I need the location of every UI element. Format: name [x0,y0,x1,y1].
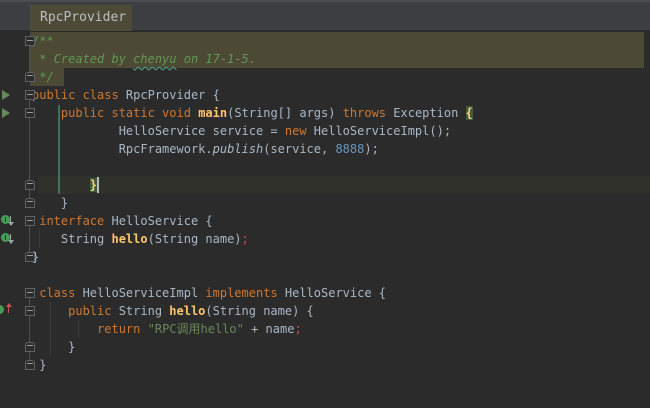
code-line[interactable]: public static void main(String[] args) t… [0,104,473,122]
code-line[interactable]: } [0,338,75,356]
fold-collapse-icon[interactable] [25,36,35,46]
fold-collapse-icon[interactable] [25,108,35,118]
fold-collapse-icon[interactable] [25,216,35,226]
code-line[interactable]: class HelloServiceImpl implements HelloS… [0,284,386,302]
navigate-super-icon[interactable] [8,306,9,313]
fold-collapse-end-icon[interactable] [25,360,35,370]
code-line[interactable]: } [0,356,46,374]
navigate-implementations-icon[interactable] [10,216,11,223]
navigate-implementations-icon[interactable] [10,234,11,241]
fold-collapse-end-icon[interactable] [25,72,35,82]
editor-tab-bar: RpcProvider [0,0,650,31]
run-icon[interactable] [2,90,10,100]
fold-collapse-end-icon[interactable] [25,342,35,352]
tab-rpcprovider[interactable]: RpcProvider [30,5,132,31]
code-line[interactable]: public String hello(String name) { [0,302,314,320]
tab-title: RpcProvider [40,10,126,25]
fold-collapse-end-icon[interactable] [25,180,35,190]
code-line[interactable]: HelloService service = new HelloServiceI… [0,122,451,140]
editor: /** * Created by chenyu on 17-1-5. */pub… [0,31,650,408]
fold-collapse-icon[interactable] [25,90,35,100]
current-line-highlight [38,176,650,194]
fold-collapse-end-icon[interactable] [25,198,35,208]
selection-highlight [30,32,644,50]
fold-collapse-end-icon[interactable] [25,252,35,262]
code-line[interactable]: } [0,176,97,194]
caret [97,177,99,193]
code-line[interactable]: String hello(String name); [0,230,249,248]
fold-collapse-icon[interactable] [25,288,35,298]
run-icon[interactable] [2,108,10,118]
fold-collapse-icon[interactable] [25,306,35,316]
code-line[interactable] [0,266,32,284]
code-line[interactable]: * Created by chenyu on 17-1-5. [0,50,256,68]
code-line[interactable]: return "RPC调用hello" + name; [0,320,302,338]
code-line[interactable]: RpcFramework.publish(service, 8888); [0,140,379,158]
code-line[interactable] [0,158,32,176]
